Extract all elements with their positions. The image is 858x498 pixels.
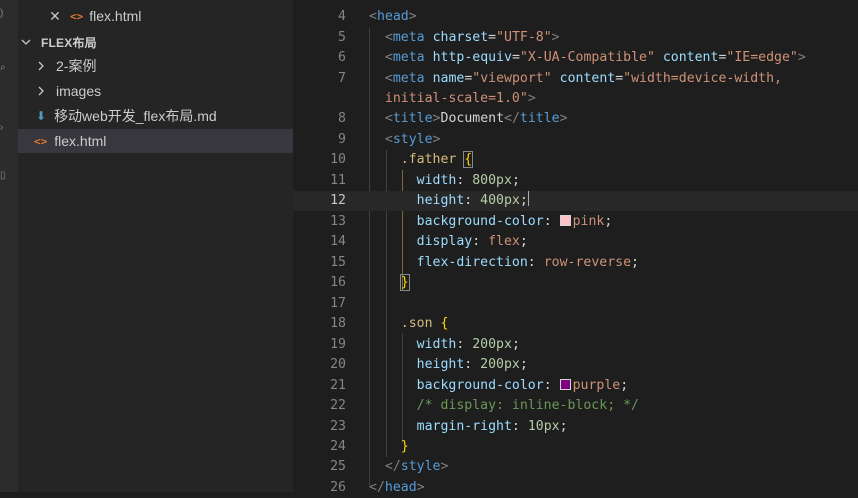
code-text: height: 200px; xyxy=(416,357,528,372)
code-line-current: 12 height: 400px; xyxy=(293,191,858,212)
line-number: 18 xyxy=(330,316,346,331)
code-line: 22 /* display: inline-block; */ xyxy=(293,396,858,416)
code-line: 24 } xyxy=(293,437,858,457)
code-text: .father { xyxy=(400,151,474,168)
code-line: 4 <head> xyxy=(293,7,858,27)
code-text: <meta http-equiv="X-UA-Compatible" conte… xyxy=(384,50,806,65)
line-number: 15 xyxy=(330,255,346,270)
line-number: 16 xyxy=(330,275,346,290)
html-file-icon: <> xyxy=(70,9,84,23)
code-text: } xyxy=(400,439,409,454)
code-text: } xyxy=(399,274,410,291)
code-line: 18 .son { xyxy=(293,314,858,334)
chevron-right-icon xyxy=(36,86,50,96)
line-number: 7 xyxy=(338,71,346,86)
line-number: 23 xyxy=(330,419,346,434)
line-number: 10 xyxy=(330,152,346,167)
code-text: <meta charset="UTF-8"> xyxy=(384,30,560,45)
open-editor-item[interactable]: ✕ <> flex.html xyxy=(18,4,293,28)
code-line: 6 <meta http-equiv="X-UA-Compatible" con… xyxy=(293,48,858,68)
code-line: 15 flex-direction: row-reverse; xyxy=(293,253,858,273)
code-line: 14 display: flex; xyxy=(293,232,858,252)
line-number: 12 xyxy=(330,193,346,208)
line-number: 8 xyxy=(338,111,346,126)
tree-item-file-active[interactable]: <> flex.html xyxy=(18,129,293,153)
line-number: 6 xyxy=(338,50,346,65)
tree-item-folder[interactable]: 2-案例 xyxy=(18,54,293,78)
line-number: 24 xyxy=(330,439,346,454)
line-number: 22 xyxy=(330,398,346,413)
folder-section-title: FLEX布局 xyxy=(41,35,97,50)
code-text: margin-right: 10px; xyxy=(416,419,568,434)
line-number: 17 xyxy=(330,296,346,311)
line-number: 5 xyxy=(338,30,346,45)
code-text: initial-scale=1.0"> xyxy=(384,91,536,106)
line-number: 26 xyxy=(330,480,346,495)
markdown-file-icon: ⬇ xyxy=(36,109,47,123)
code-text: background-color: pink; xyxy=(416,214,613,229)
tree-item-file[interactable]: ⬇ 移动web开发_flex布局.md xyxy=(18,104,293,128)
code-line: 9 <style> xyxy=(293,130,858,150)
code-text: </style> xyxy=(384,459,449,474)
code-text: </head> xyxy=(369,480,425,495)
tree-item-folder[interactable]: images xyxy=(18,79,293,103)
line-number: 20 xyxy=(330,357,346,372)
html-file-icon: <> xyxy=(34,134,48,148)
code-line-wrapped: initial-scale=1.0"> xyxy=(293,89,858,109)
code-editor[interactable]: 4 <head> 5 <meta charset="UTF-8"> 6 <met… xyxy=(293,0,858,495)
line-number: 19 xyxy=(330,337,346,352)
tree-item-label: images xyxy=(56,83,102,99)
code-text: width: 200px; xyxy=(416,337,520,352)
code-text: /* display: inline-block; */ xyxy=(416,398,639,413)
code-text: flex-direction: row-reverse; xyxy=(416,255,639,270)
open-editor-label: flex.html xyxy=(89,8,142,24)
tree-item-label: 2-案例 xyxy=(56,58,97,74)
code-line: 20 height: 200px; xyxy=(293,355,858,375)
code-text: <title>Document</title> xyxy=(384,111,568,126)
code-line: 16 } xyxy=(293,273,858,293)
code-line: 25 </style> xyxy=(293,457,858,477)
code-text: <meta name="viewport" content="width=dev… xyxy=(384,71,782,86)
code-text: height: 400px; xyxy=(416,191,529,208)
code-line: 26 </head> xyxy=(293,478,858,498)
code-text: background-color: purple; xyxy=(416,378,629,393)
line-number: 21 xyxy=(330,378,346,393)
chevron-right-icon[interactable]: › xyxy=(0,122,6,134)
code-line: 8 <title>Document</title> xyxy=(293,109,858,129)
line-number: 13 xyxy=(330,214,346,229)
code-line: 21 background-color: purple; xyxy=(293,376,858,396)
code-text: <head> xyxy=(369,9,417,24)
code-line: 19 width: 200px; xyxy=(293,335,858,355)
code-line: 10 .father { xyxy=(293,150,858,170)
code-line: 13 background-color: pink; xyxy=(293,212,858,232)
line-number: 25 xyxy=(330,459,346,474)
chevron-right-icon xyxy=(36,61,50,71)
text-cursor xyxy=(527,191,529,206)
explorer-sidebar: ✕ <> flex.html FLEX布局 2-案例 images ⬇ 移动we… xyxy=(18,0,293,492)
code-text: .son { xyxy=(400,316,449,331)
line-number: 9 xyxy=(338,132,346,147)
close-icon[interactable]: ✕ xyxy=(48,8,62,25)
code-text: <style> xyxy=(384,132,441,147)
code-line: 7 <meta name="viewport" content="width=d… xyxy=(293,69,858,89)
code-line: 11 width: 800px; xyxy=(293,171,858,191)
color-swatch-pink[interactable] xyxy=(559,215,571,226)
explorer-icon[interactable]: ) xyxy=(0,8,6,20)
search-icon[interactable]: ⌕ xyxy=(0,62,6,74)
code-line: 23 margin-right: 10px; xyxy=(293,417,858,437)
code-text: width: 800px; xyxy=(416,173,520,188)
line-number: 11 xyxy=(330,173,346,188)
folder-section-header[interactable]: FLEX布局 xyxy=(18,30,293,54)
debug-icon[interactable]: ▯ xyxy=(0,170,6,182)
tree-item-label: 移动web开发_flex布局.md xyxy=(54,108,217,124)
color-swatch-purple[interactable] xyxy=(559,379,571,390)
activity-bar: ) ⌕ › ▯ xyxy=(0,0,18,492)
code-line: 17 xyxy=(293,294,858,314)
tree-item-label: flex.html xyxy=(54,133,107,149)
code-text: display: flex; xyxy=(416,234,528,249)
chevron-down-icon xyxy=(21,37,35,47)
line-number: 14 xyxy=(330,234,346,249)
line-number: 4 xyxy=(338,9,346,24)
code-line: 5 <meta charset="UTF-8"> xyxy=(293,28,858,48)
